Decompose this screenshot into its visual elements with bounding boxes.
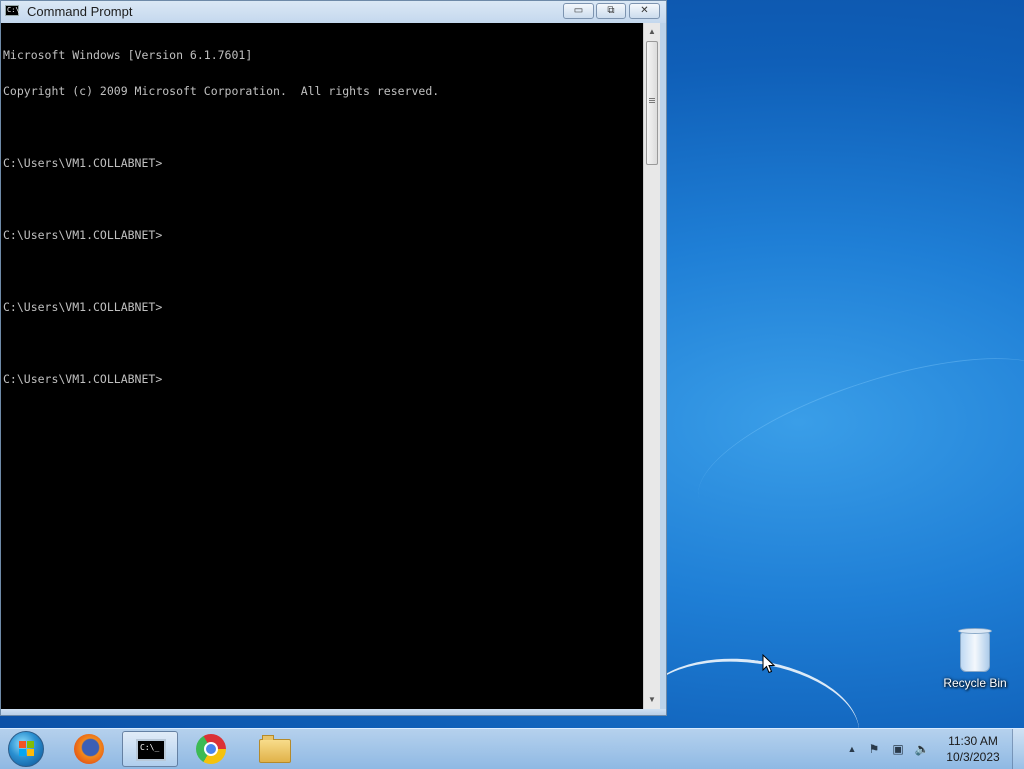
window-title: Command Prompt <box>27 4 133 19</box>
windows-logo-icon <box>19 741 35 757</box>
vertical-scrollbar[interactable]: ▲ ▼ <box>643 23 660 709</box>
command-prompt-window[interactable]: C:\ Command Prompt ▭ ⧉ ✕ Microsoft Windo… <box>0 0 667 716</box>
volume-muted-icon[interactable]: 🔈 <box>914 741 930 757</box>
console-line: Copyright (c) 2009 Microsoft Corporation… <box>3 84 440 98</box>
wallpaper-streak <box>680 324 1024 557</box>
taskbar-item-windows-explorer[interactable] <box>246 731 302 767</box>
close-button[interactable]: ✕ <box>629 3 660 19</box>
scroll-up-icon[interactable]: ▲ <box>646 26 658 38</box>
taskbar-item-firefox[interactable] <box>61 731 117 767</box>
taskbar: C:\_ ▲ ⚑ ▣ 🔈 11:30 AM 10/3/2023 <box>0 728 1024 769</box>
console-prompt: C:\Users\VM1.COLLABNET> <box>3 300 163 314</box>
network-icon[interactable]: ▣ <box>890 741 906 757</box>
mouse-pointer-icon <box>762 654 776 674</box>
title-bar[interactable]: C:\ Command Prompt ▭ ⧉ ✕ <box>1 1 666 23</box>
desktop-icon-label: Recycle Bin <box>943 676 1007 690</box>
console-output[interactable]: Microsoft Windows [Version 6.1.7601] Cop… <box>1 23 643 709</box>
console-line: Microsoft Windows [Version 6.1.7601] <box>3 48 253 62</box>
show-hidden-icons-icon[interactable]: ▲ <box>844 741 860 757</box>
taskbar-item-command-prompt[interactable]: C:\_ <box>122 731 178 767</box>
chrome-icon <box>196 734 226 764</box>
folder-icon <box>259 735 291 763</box>
grip-icon <box>649 98 655 99</box>
wallpaper-streak <box>632 645 868 728</box>
desktop: C:\ Command Prompt ▭ ⧉ ✕ Microsoft Windo… <box>0 0 1024 728</box>
console-prompt: C:\Users\VM1.COLLABNET> <box>3 372 163 386</box>
taskbar-item-chrome[interactable] <box>183 731 239 767</box>
cmd-icon: C:\_ <box>136 739 166 761</box>
clock-date: 10/3/2023 <box>946 750 1000 764</box>
console-prompt: C:\Users\VM1.COLLABNET> <box>3 228 163 242</box>
window-border[interactable] <box>1 709 666 715</box>
minimize-button[interactable]: ▭ <box>563 3 594 19</box>
maximize-button[interactable]: ⧉ <box>596 3 626 19</box>
action-center-icon[interactable]: ⚑ <box>866 741 882 757</box>
scroll-down-icon[interactable]: ▼ <box>646 694 658 706</box>
recycle-bin-icon <box>958 628 992 672</box>
scrollbar-thumb[interactable] <box>646 41 658 165</box>
start-button[interactable] <box>8 731 44 767</box>
console-prompt: C:\Users\VM1.COLLABNET> <box>3 156 163 170</box>
desktop-icon-recycle-bin[interactable]: Recycle Bin <box>938 628 1012 704</box>
clock[interactable]: 11:30 AM 10/3/2023 <box>940 733 1006 765</box>
firefox-icon <box>74 734 104 764</box>
clock-time: 11:30 AM <box>948 734 998 748</box>
show-desktop-button[interactable] <box>1012 729 1024 769</box>
cmd-icon[interactable]: C:\ <box>5 5 20 16</box>
